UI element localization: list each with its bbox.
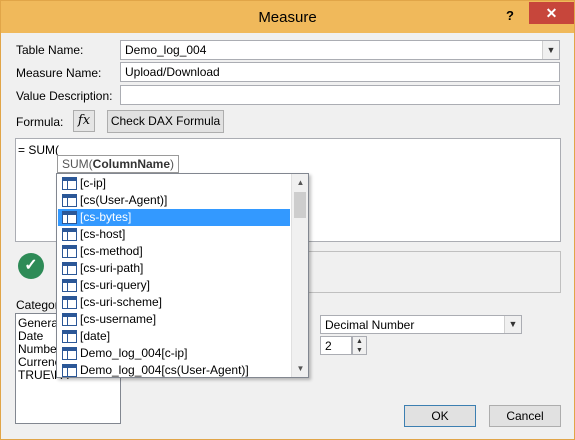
column-icon xyxy=(62,211,77,224)
autocomplete-item[interactable]: [c-ip] xyxy=(58,175,290,192)
autocomplete-item[interactable]: [cs-bytes] xyxy=(58,209,290,226)
column-icon xyxy=(62,194,77,207)
autocomplete-item[interactable]: [date] xyxy=(58,328,290,345)
autocomplete-item[interactable]: Demo_log_004[c-ip] xyxy=(58,345,290,362)
formula-status-area xyxy=(306,251,561,293)
autocomplete-item-label: [cs-uri-path] xyxy=(80,261,144,275)
column-icon xyxy=(62,228,77,241)
autocomplete-item-label: Demo_log_004[cs(User-Agent)] xyxy=(80,363,249,377)
cancel-button[interactable]: Cancel xyxy=(489,405,561,427)
autocomplete-dropdown[interactable]: [c-ip] [cs(User-Agent)] [cs-bytes] [cs-host… xyxy=(56,173,309,378)
column-icon xyxy=(62,364,77,377)
autocomplete-item-label: [date] xyxy=(80,329,111,343)
tooltip-function: SUM( xyxy=(62,157,93,171)
autocomplete-item-label: [cs(User-Agent)] xyxy=(80,193,168,207)
spin-down-icon[interactable]: ▼ xyxy=(353,346,366,355)
scroll-down-icon[interactable]: ▼ xyxy=(292,360,308,377)
category-label: Categor xyxy=(16,298,59,312)
table-name-value: Demo_log_004 xyxy=(125,43,207,57)
autocomplete-item[interactable]: [cs-uri-scheme] xyxy=(58,294,290,311)
close-button[interactable]: ✕ xyxy=(529,2,574,24)
decimal-places-input[interactable]: 2 xyxy=(320,336,352,355)
autocomplete-item-label: [cs-uri-scheme] xyxy=(80,295,163,309)
column-icon xyxy=(62,330,77,343)
value-description-input[interactable] xyxy=(120,85,560,105)
measure-name-label: Measure Name: xyxy=(16,66,102,80)
tooltip-parameter: ColumnName xyxy=(92,157,171,171)
tooltip-close: ) xyxy=(170,157,175,171)
title-bar[interactable]: Measure ? ✕ xyxy=(1,1,574,33)
function-signature-tooltip: SUM(ColumnName) xyxy=(57,155,180,173)
scroll-up-icon[interactable]: ▲ xyxy=(292,174,308,191)
autocomplete-item[interactable]: [cs(User-Agent)] xyxy=(58,192,290,209)
autocomplete-scrollbar[interactable]: ▲ ▼ xyxy=(291,174,308,377)
autocomplete-item-label: [cs-bytes] xyxy=(80,210,132,224)
column-icon xyxy=(62,279,77,292)
spin-up-icon[interactable]: ▲ xyxy=(353,337,366,346)
value-description-label: Value Description: xyxy=(16,89,113,103)
table-name-label: Table Name: xyxy=(16,43,84,57)
column-icon xyxy=(62,313,77,326)
autocomplete-item[interactable]: [cs-uri-path] xyxy=(58,260,290,277)
fx-icon[interactable]: fx xyxy=(73,110,95,132)
check-mark-icon: ✓ xyxy=(18,253,44,279)
autocomplete-item[interactable]: [cs-method] xyxy=(58,243,290,260)
autocomplete-item[interactable]: [cs-username] xyxy=(58,311,290,328)
autocomplete-item-label: [cs-uri-query] xyxy=(80,278,151,292)
format-type-select[interactable]: Decimal Number ▼ xyxy=(320,315,522,334)
autocomplete-item[interactable]: [cs-host] xyxy=(58,226,290,243)
help-button[interactable]: ? xyxy=(497,6,523,26)
autocomplete-item[interactable]: Demo_log_004[cs(User-Agent)] xyxy=(58,362,290,377)
measure-name-input[interactable]: Upload/Download xyxy=(120,62,560,82)
ok-button[interactable]: OK xyxy=(404,405,476,427)
chevron-down-icon[interactable]: ▼ xyxy=(542,41,559,59)
measure-dialog: Measure ? ✕ Table Name: Demo_log_004 ▼ M… xyxy=(0,0,575,440)
column-icon xyxy=(62,296,77,309)
format-type-value: Decimal Number xyxy=(325,318,415,332)
formula-text: = SUM( xyxy=(18,143,60,157)
decimal-places-spinner[interactable]: ▲ ▼ xyxy=(352,336,367,355)
autocomplete-item-label: [cs-method] xyxy=(80,244,143,258)
autocomplete-item[interactable]: [cs-uri-query] xyxy=(58,277,290,294)
autocomplete-item-label: [cs-username] xyxy=(80,312,157,326)
table-name-combobox[interactable]: Demo_log_004 ▼ xyxy=(120,40,560,60)
column-icon xyxy=(62,347,77,360)
formula-label: Formula: xyxy=(16,115,64,129)
scrollbar-thumb[interactable] xyxy=(294,192,306,218)
autocomplete-item-label: [cs-host] xyxy=(80,227,126,241)
column-icon xyxy=(62,262,77,275)
window-title: Measure xyxy=(258,9,317,26)
column-icon xyxy=(62,177,77,190)
chevron-down-icon[interactable]: ▼ xyxy=(504,316,521,333)
column-icon xyxy=(62,245,77,258)
autocomplete-item-label: [c-ip] xyxy=(80,176,107,190)
check-dax-formula-button[interactable]: Check DAX Formula xyxy=(107,110,224,133)
autocomplete-item-label: Demo_log_004[c-ip] xyxy=(80,346,188,360)
